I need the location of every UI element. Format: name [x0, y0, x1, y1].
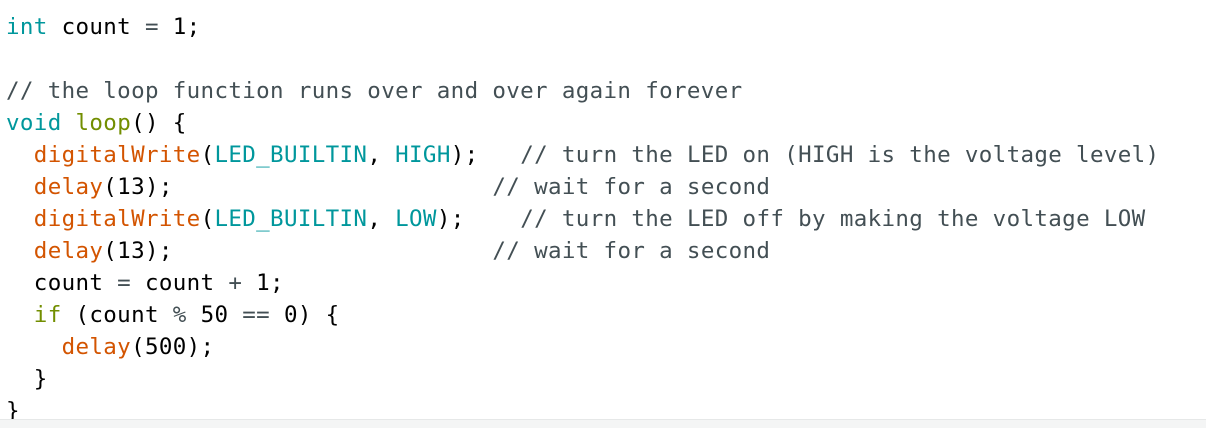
function-token: digitalWrite [33, 206, 201, 232]
code-area[interactable]: int count = 1;​// the loop function runs… [6, 11, 1159, 427]
code-token: (13); [103, 174, 493, 200]
code-token: ( [200, 142, 215, 168]
code-line[interactable]: void loop() { [6, 107, 1159, 139]
operator-token: == [242, 302, 271, 328]
code-line[interactable]: if (count % 50 == 0) { [6, 299, 1159, 331]
comment-token: // the loop function runs over and over … [6, 78, 743, 104]
code-token: count [131, 270, 229, 296]
operator-token: = [144, 14, 159, 40]
code-token: (13); [103, 238, 493, 264]
keyword-token: int [6, 14, 48, 40]
code-line[interactable]: digitalWrite(LED_BUILTIN, HIGH); // turn… [6, 139, 1159, 171]
code-line[interactable]: int count = 1; [6, 11, 1159, 43]
operator-token: + [228, 270, 243, 296]
code-token: () { [131, 110, 187, 136]
function-token: delay [33, 174, 104, 200]
keyword-token: void [6, 110, 62, 136]
function-token: delay [61, 334, 132, 360]
code-token: , [367, 142, 396, 168]
code-line[interactable]: digitalWrite(LED_BUILTIN, LOW); // turn … [6, 203, 1159, 235]
code-token: count [6, 270, 118, 296]
code-line[interactable]: count = count + 1; [6, 267, 1159, 299]
code-token: ); [436, 206, 521, 232]
operator-token: = [117, 270, 132, 296]
code-line[interactable]: } [6, 363, 1159, 395]
code-token: ); [450, 142, 521, 168]
code-token: (count [61, 302, 173, 328]
code-token: count [47, 14, 145, 40]
code-token: (500); [131, 334, 215, 360]
code-line[interactable]: delay(13); // wait for a second [6, 171, 1159, 203]
editor-bottom-edge [0, 419, 1206, 428]
function-token: delay [33, 238, 104, 264]
control-token: if [33, 302, 62, 328]
code-token: 0) { [270, 302, 340, 328]
code-token: 50 [186, 302, 243, 328]
constant-token: LED_BUILTIN [214, 142, 368, 168]
function-token: digitalWrite [33, 142, 201, 168]
comment-token: // turn the LED on (HIGH is the voltage … [520, 142, 1160, 168]
control-token: loop [75, 110, 132, 136]
code-line[interactable]: // the loop function runs over and over … [6, 75, 1159, 107]
code-token: } [6, 366, 48, 392]
code-line[interactable]: delay(500); [6, 331, 1159, 363]
code-line[interactable]: delay(13); // wait for a second [6, 235, 1159, 267]
code-editor[interactable]: int count = 1;​// the loop function runs… [0, 0, 1206, 428]
code-token: 1; [242, 270, 284, 296]
code-token: , [367, 206, 396, 232]
code-token: 1; [158, 14, 201, 40]
constant-token: LED_BUILTIN [214, 206, 368, 232]
comment-token: // turn the LED off by making the voltag… [520, 206, 1146, 232]
constant-token: HIGH [395, 142, 451, 168]
comment-token: // wait for a second [492, 238, 771, 264]
code-token: ( [200, 206, 215, 232]
operator-token: % [172, 302, 187, 328]
comment-token: // wait for a second [492, 174, 771, 200]
constant-token: LOW [395, 206, 437, 232]
code-line[interactable]: ​ [6, 43, 1159, 75]
